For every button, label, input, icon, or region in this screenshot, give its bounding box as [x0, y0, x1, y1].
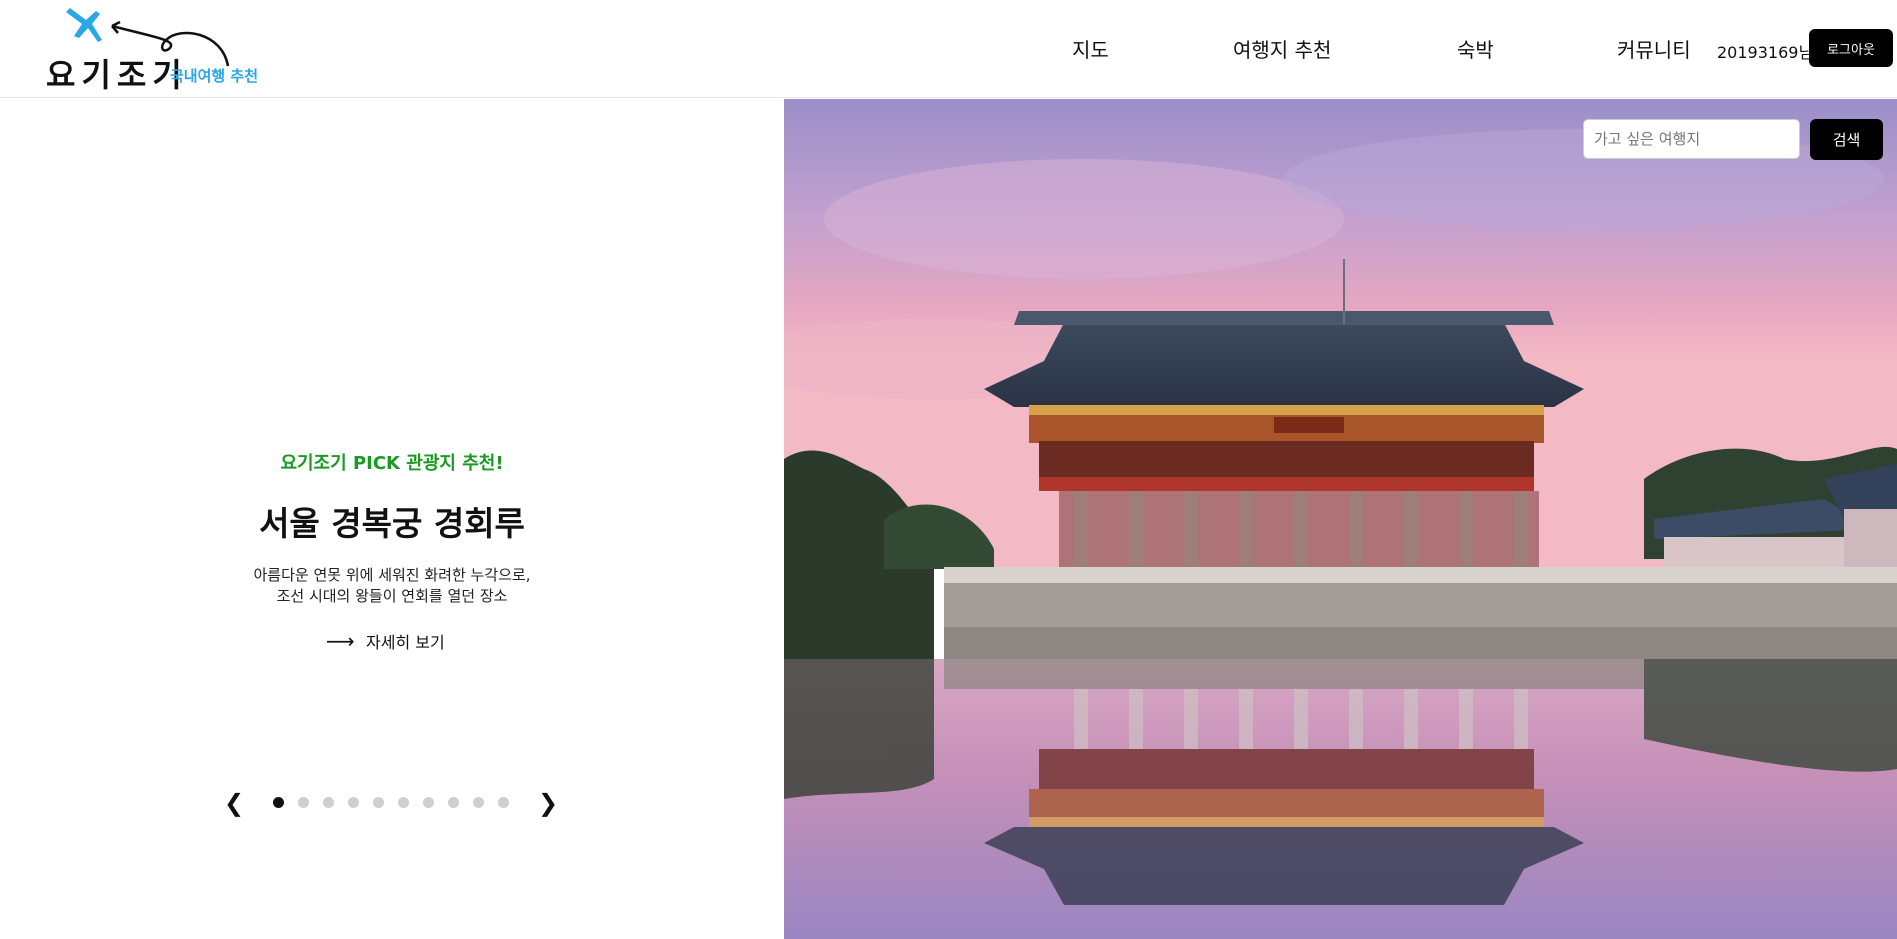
nav-item-recommend[interactable]: 여행지 추천: [1233, 34, 1331, 63]
view-details-link[interactable]: ⟶ 자세히 보기: [326, 629, 445, 653]
slide-dot[interactable]: [273, 797, 284, 808]
user-name: 20193169님: [1717, 43, 1814, 62]
slide-dot[interactable]: [498, 797, 509, 808]
gyeonghoeru-pavilion-image: [784, 99, 1897, 939]
slide-dot[interactable]: [448, 797, 459, 808]
view-details-label: 자세히 보기: [366, 633, 445, 652]
airplane-icon: [66, 8, 102, 42]
next-slide-button[interactable]: ❯: [538, 789, 558, 817]
logout-button[interactable]: 로그아웃: [1809, 29, 1893, 67]
nav-item-map[interactable]: 지도: [1072, 34, 1109, 63]
slide-dot[interactable]: [473, 797, 484, 808]
site-logo[interactable]: 요기조기 국내여행 추천: [44, 6, 258, 94]
place-description: 아름다운 연못 위에 세워진 화려한 누각으로, 조선 시대의 왕들이 연회를 …: [0, 565, 784, 607]
slide-dot[interactable]: [298, 797, 309, 808]
feature-panel: 요기조기 PICK 관광지 추천! 서울 경복궁 경회루 아름다운 연못 위에 …: [0, 99, 784, 939]
logo-text: 요기조기: [46, 56, 188, 94]
nav-item-community[interactable]: 커뮤니티: [1617, 34, 1691, 63]
arrow-right-icon: ⟶: [326, 629, 355, 653]
description-line: 조선 시대의 왕들이 연회를 열던 장소: [276, 587, 508, 605]
slide-dot[interactable]: [323, 797, 334, 808]
slider-controls: ❮ ❯: [0, 789, 784, 819]
slide-dot[interactable]: [423, 797, 434, 808]
search-input[interactable]: [1583, 119, 1800, 159]
prev-slide-button[interactable]: ❮: [224, 789, 244, 817]
hero-image: [784, 99, 1897, 939]
nav-item-lodging[interactable]: 숙박: [1457, 34, 1494, 63]
description-line: 아름다운 연못 위에 세워진 화려한 누각으로,: [253, 566, 531, 584]
slide-dot[interactable]: [348, 797, 359, 808]
slide-dot[interactable]: [398, 797, 409, 808]
site-header: 요기조기 국내여행 추천 지도 여행지 추천 숙박 커뮤니티 20193169님…: [0, 0, 1897, 98]
search-button[interactable]: 검색: [1810, 119, 1883, 160]
pick-label: 요기조기 PICK 관광지 추천!: [280, 453, 504, 474]
slide-dot[interactable]: [373, 797, 384, 808]
logo-subtitle: 국내여행 추천: [170, 67, 259, 85]
place-title: 서울 경복궁 경회루: [259, 504, 525, 543]
